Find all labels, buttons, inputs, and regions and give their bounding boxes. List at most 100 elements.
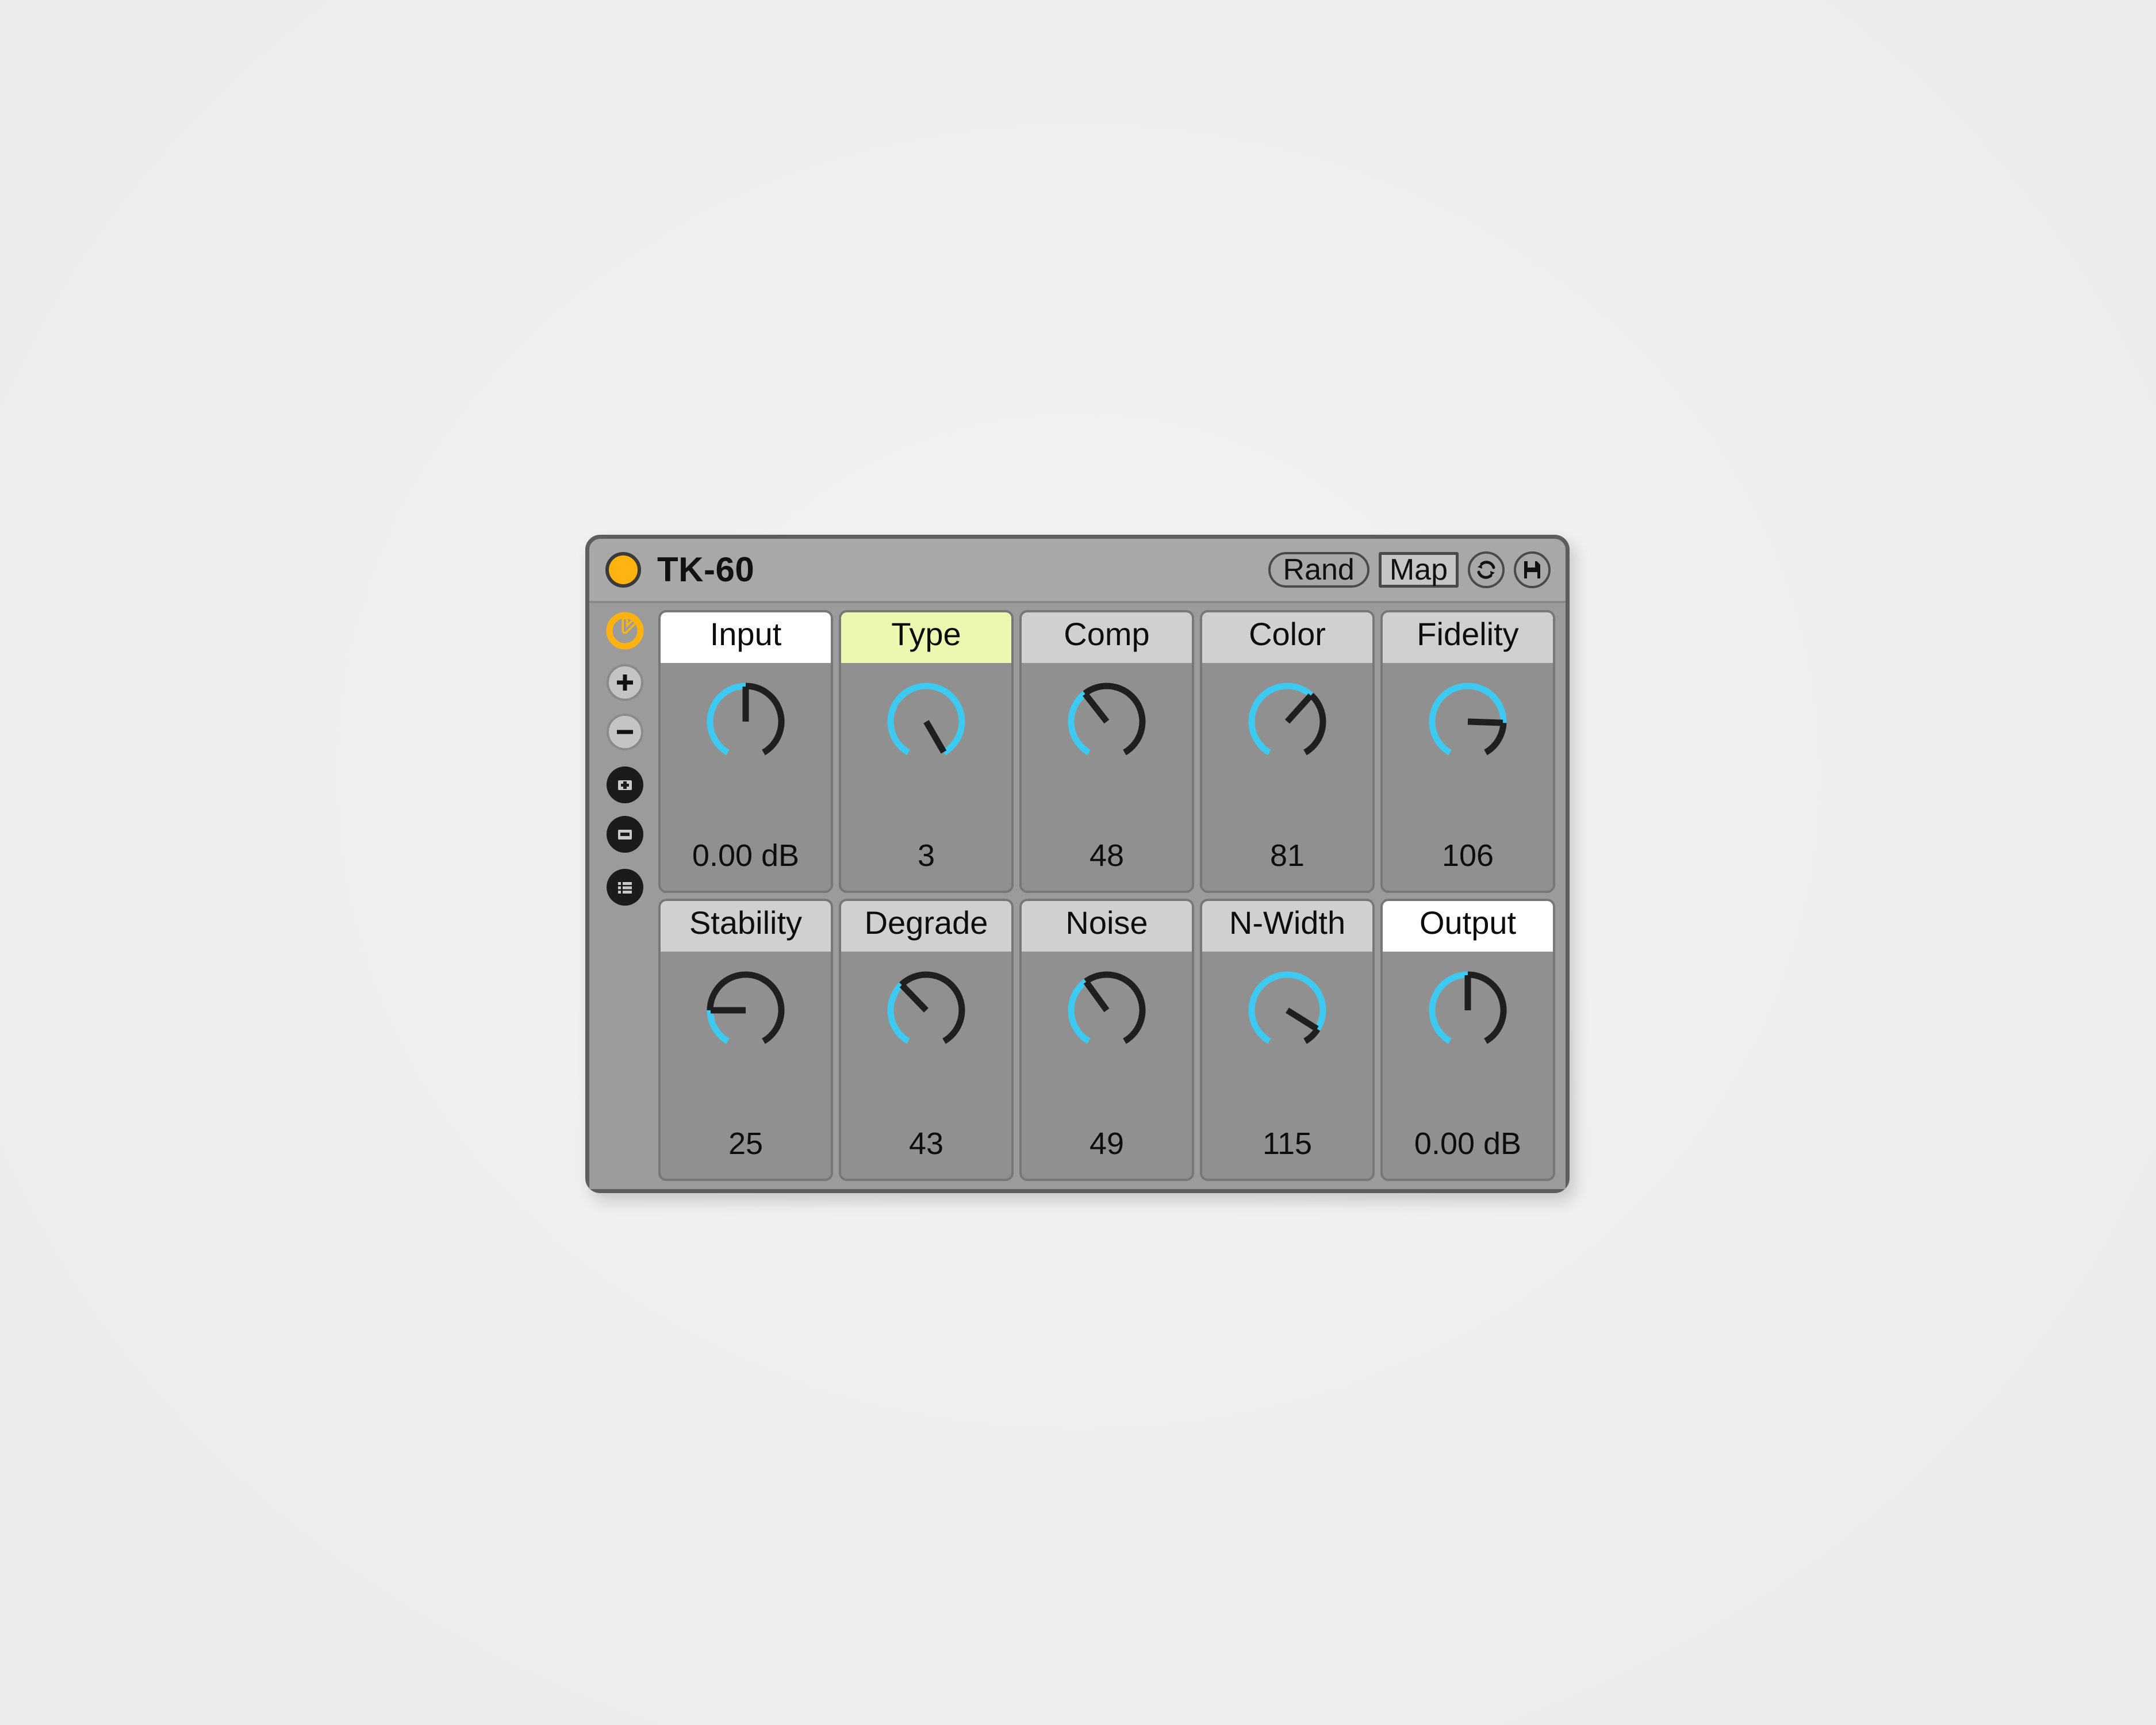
- parameter-knob-area[interactable]: 48: [1022, 663, 1192, 891]
- parameter-label: Noise: [1065, 904, 1148, 941]
- knob-pointer: [1083, 979, 1110, 1012]
- knob-dial-icon[interactable]: [876, 961, 977, 1062]
- parameter-value: 3: [917, 838, 935, 873]
- parameter-value: 106: [1441, 838, 1494, 873]
- knob-dial-icon[interactable]: [1237, 961, 1338, 1062]
- parameter-label-box[interactable]: Input: [661, 612, 831, 663]
- knob-dial-icon[interactable]: [695, 961, 796, 1062]
- parameter-knob-area[interactable]: 3: [841, 663, 1011, 891]
- parameter-label: Degrade: [864, 904, 988, 941]
- parameter-cell: Comp 48: [1019, 610, 1194, 893]
- screen-background: TK-60 Rand Map Input 0.00 dB Type 3 Comp…: [0, 0, 2156, 1725]
- sidebar-item-device-activator[interactable]: [605, 611, 645, 650]
- parameter-value: 115: [1262, 1126, 1313, 1161]
- knob-track-arc: [1303, 692, 1326, 756]
- parameter-cell: Output 0.00 dB: [1380, 898, 1555, 1181]
- parameter-value: 25: [728, 1126, 764, 1161]
- sidebar-item-add[interactable]: [605, 663, 645, 702]
- parameter-value: 81: [1269, 838, 1305, 873]
- device-activator-icon: [606, 612, 644, 650]
- remove-icon: [617, 730, 633, 734]
- parameter-label: Stability: [689, 904, 803, 941]
- parameter-label-box[interactable]: Noise: [1022, 900, 1192, 952]
- parameter-label-box[interactable]: Type: [841, 612, 1011, 663]
- sidebar-item-save-add[interactable]: [605, 765, 645, 804]
- knob-active-arc: [707, 683, 746, 756]
- knob-track-arc: [745, 683, 785, 756]
- parameter-label: Fidelity: [1417, 616, 1519, 652]
- sidebar-item-save-remove[interactable]: [605, 815, 645, 854]
- parameter-label: N-Width: [1229, 904, 1346, 941]
- knob-active-arc: [1429, 971, 1468, 1044]
- parameter-grid: Input 0.00 dB Type 3 Comp 48 Color 81 Fidelity 10…: [658, 610, 1555, 1181]
- parameter-label-box[interactable]: N-Width: [1202, 900, 1372, 952]
- parameter-label-box[interactable]: Output: [1383, 900, 1553, 952]
- parameter-value: 43: [908, 1126, 944, 1161]
- remove-icon-wrap: [607, 714, 643, 750]
- parameter-label: Color: [1249, 616, 1326, 652]
- list-icon: [618, 882, 632, 894]
- knob-pointer: [1284, 693, 1313, 724]
- knob-pointer: [1467, 718, 1503, 726]
- save-remove-icon-wrap: [607, 816, 643, 853]
- parameter-label-box[interactable]: Comp: [1022, 612, 1192, 663]
- knob-dial-icon[interactable]: [876, 672, 977, 773]
- device-sidebar: [599, 611, 651, 1181]
- device-power-toggle[interactable]: [605, 552, 641, 588]
- device-titlebar: TK-60 Rand Map: [589, 539, 1566, 601]
- parameter-label-box[interactable]: Stability: [661, 900, 831, 952]
- parameter-label: Output: [1419, 904, 1517, 941]
- parameter-label: Input: [709, 616, 782, 652]
- parameter-value: 0.00 dB: [1414, 1126, 1522, 1161]
- parameter-knob-area[interactable]: 106: [1383, 663, 1553, 891]
- knob-pointer: [1286, 1007, 1319, 1032]
- parameter-knob-area[interactable]: 115: [1202, 952, 1372, 1179]
- parameter-cell: Stability 25: [658, 898, 833, 1181]
- knob-dial-icon[interactable]: [1056, 961, 1157, 1062]
- parameter-knob-area[interactable]: 49: [1022, 952, 1192, 1179]
- parameter-knob-area[interactable]: 81: [1202, 663, 1372, 891]
- knob-dial-icon[interactable]: [1417, 672, 1518, 773]
- device-title: TK-60: [657, 550, 755, 589]
- save-add-icon: [618, 780, 632, 790]
- knob-pointer: [899, 982, 929, 1013]
- sync-button[interactable]: [1468, 551, 1505, 588]
- parameter-value: 48: [1089, 838, 1125, 873]
- save-disk-icon: [1524, 561, 1540, 578]
- add-icon: [617, 674, 633, 691]
- knob-active-arc: [707, 1010, 730, 1044]
- add-icon-wrap: [607, 664, 643, 701]
- parameter-cell: Input 0.00 dB: [658, 610, 833, 893]
- parameter-label-box[interactable]: Color: [1202, 612, 1372, 663]
- parameter-value: 0.00 dB: [692, 838, 800, 873]
- sidebar-item-remove[interactable]: [605, 712, 645, 752]
- parameter-label-box[interactable]: Degrade: [841, 900, 1011, 952]
- device-body: Input 0.00 dB Type 3 Comp 48 Color 81 Fidelity 10…: [589, 601, 1566, 1189]
- knob-dial-icon[interactable]: [1237, 672, 1338, 773]
- sidebar-item-list[interactable]: [605, 868, 645, 907]
- knob-pointer: [923, 720, 947, 754]
- knob-track-arc: [1484, 722, 1507, 756]
- device-panel: TK-60 Rand Map Input 0.00 dB Type 3 Comp…: [585, 535, 1570, 1193]
- randomize-button[interactable]: Rand: [1268, 552, 1369, 588]
- knob-track-arc: [1083, 683, 1146, 756]
- parameter-cell: Noise 49: [1019, 898, 1194, 1181]
- parameter-label: Type: [891, 616, 961, 652]
- knob-active-arc: [1068, 978, 1091, 1044]
- list-icon-wrap: [607, 869, 643, 906]
- parameter-knob-area[interactable]: 43: [841, 952, 1011, 1179]
- parameter-label-box[interactable]: Fidelity: [1383, 612, 1553, 663]
- knob-active-arc: [1068, 691, 1091, 756]
- map-button[interactable]: Map: [1378, 552, 1459, 588]
- knob-dial-icon[interactable]: [1417, 961, 1518, 1062]
- knob-dial-icon[interactable]: [1056, 672, 1157, 773]
- parameter-knob-area[interactable]: 0.00 dB: [1383, 952, 1553, 1179]
- save-button[interactable]: [1514, 551, 1551, 588]
- parameter-knob-area[interactable]: 0.00 dB: [661, 663, 831, 891]
- knob-active-arc: [1248, 683, 1314, 756]
- parameter-knob-area[interactable]: 25: [661, 952, 831, 1179]
- parameter-value: 49: [1089, 1126, 1125, 1161]
- sync-icon: [1477, 561, 1495, 579]
- knob-dial-icon[interactable]: [695, 672, 796, 773]
- parameter-cell: Fidelity 106: [1380, 610, 1555, 893]
